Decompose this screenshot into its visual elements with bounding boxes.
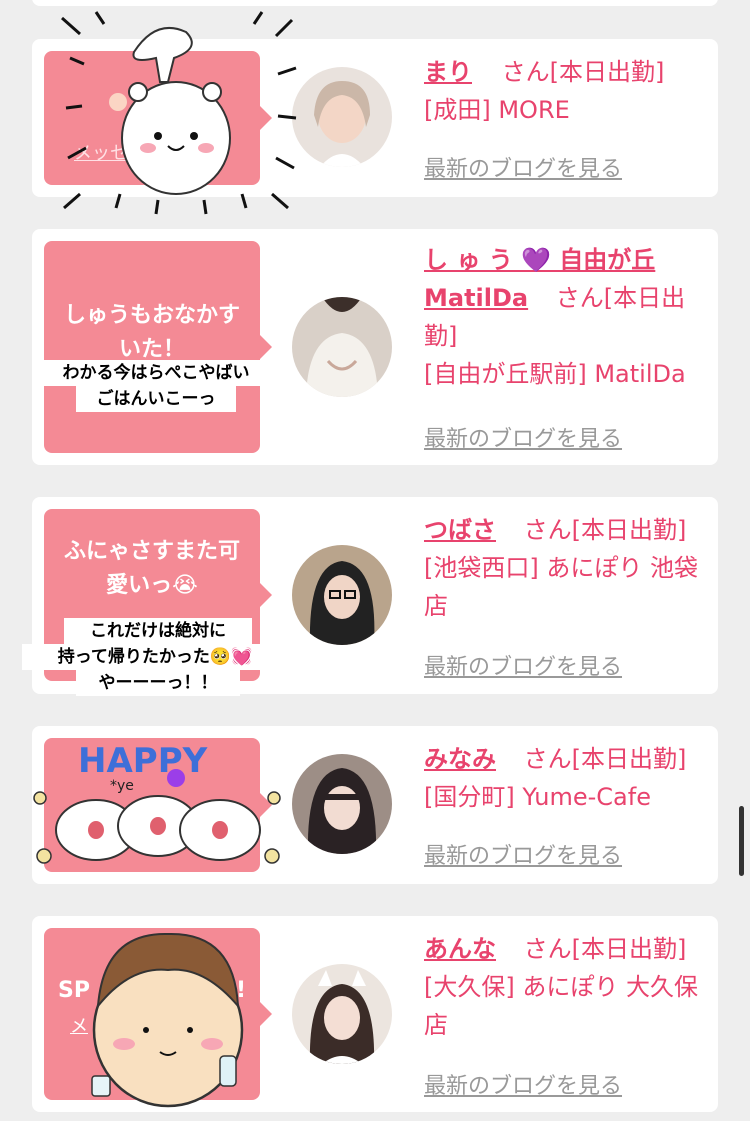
status-text: [本日出勤] (549, 58, 665, 86)
photo-caption-2: 持って帰りたかった🥺💓 (22, 644, 288, 670)
latest-blog-link[interactable]: 最新のブログを見る (424, 421, 622, 453)
cast-info: みなみ さん[本日出勤] [国分町] Yume-Cafe (424, 740, 702, 816)
cast-card-shuu: しゅうもおなかすいた！ し ゅ う 💜 自由が丘 MatilDa さん[本日出勤… (32, 229, 718, 465)
scrollbar-thumb[interactable] (739, 806, 744, 876)
character-sticker (84, 926, 254, 1112)
bubble-text: しゅうもおなかすいた！ (63, 303, 240, 362)
latest-blog-link[interactable]: 最新のブログを見る (424, 151, 622, 183)
latest-blog-link[interactable]: 最新のブログを見る (424, 649, 622, 681)
photo-caption-2: ごはんいこーっ (76, 386, 236, 412)
avatar[interactable] (292, 964, 392, 1064)
honorific: さん (501, 58, 550, 86)
honorific: さん (523, 745, 572, 773)
cast-info: つばさ さん[本日出勤] [池袋西口] あにぽり 池袋店 (424, 511, 702, 625)
cast-info: あんな さん[本日出勤] [大久保] あにぽり 大久保店 (424, 930, 702, 1044)
cast-info: し ゅ う 💜 自由が丘 MatilDa さん[本日出勤] [自由が丘駅前] M… (424, 241, 702, 393)
svg-text:HAPPY: HAPPY (78, 741, 208, 781)
avatar[interactable] (292, 297, 392, 397)
cast-name-link[interactable]: あんな (424, 935, 496, 963)
hamster-icon (56, 8, 302, 216)
status-text: [本日出勤] (571, 935, 687, 963)
happy-sticker: HAPPY *ye (26, 738, 288, 872)
cast-info: まり さん[本日出勤] [成田] MORE (424, 53, 702, 129)
bubble-text: ふにゃさすまた可愛いっ😭 (63, 539, 240, 598)
location-text: [大久保] あにぽり 大久保店 (424, 973, 698, 1039)
status-text: [本日出勤] (571, 516, 687, 544)
cast-name-link[interactable]: みなみ (424, 745, 496, 773)
message-bubble[interactable]: しゅうもおなかすいた！ (44, 241, 272, 453)
cast-name-link-2[interactable]: MatilDa (424, 284, 528, 312)
location-text: [自由が丘駅前] MatilDa (424, 360, 686, 388)
avatar[interactable] (292, 67, 392, 167)
photo-caption: わかる今はらぺこやばい (40, 360, 272, 386)
honorific: さん (555, 284, 604, 312)
location-text: [池袋西口] あにぽり 池袋店 (424, 554, 698, 620)
svg-text:*ye: *ye (110, 778, 134, 794)
avatar[interactable] (292, 545, 392, 645)
location-text: [国分町] Yume-Cafe (424, 783, 651, 811)
location-text: [成田] MORE (424, 96, 570, 124)
photo-caption-3: やーーーっ！！ (76, 670, 240, 696)
cast-name-link[interactable]: つばさ (424, 516, 496, 544)
card-partial-top (32, 0, 718, 6)
honorific: さん (523, 516, 572, 544)
honorific: さん (523, 935, 572, 963)
cast-name-link[interactable]: まり (424, 58, 472, 86)
latest-blog-link[interactable]: 最新のブログを見る (424, 838, 622, 870)
latest-blog-link[interactable]: 最新のブログを見る (424, 1068, 622, 1100)
photo-caption: これだけは絶対に (64, 618, 252, 644)
cast-name-link[interactable]: し ゅ う 💜 自由が丘 (424, 246, 655, 274)
status-text: [本日出勤] (571, 745, 687, 773)
avatar[interactable] (292, 754, 392, 854)
